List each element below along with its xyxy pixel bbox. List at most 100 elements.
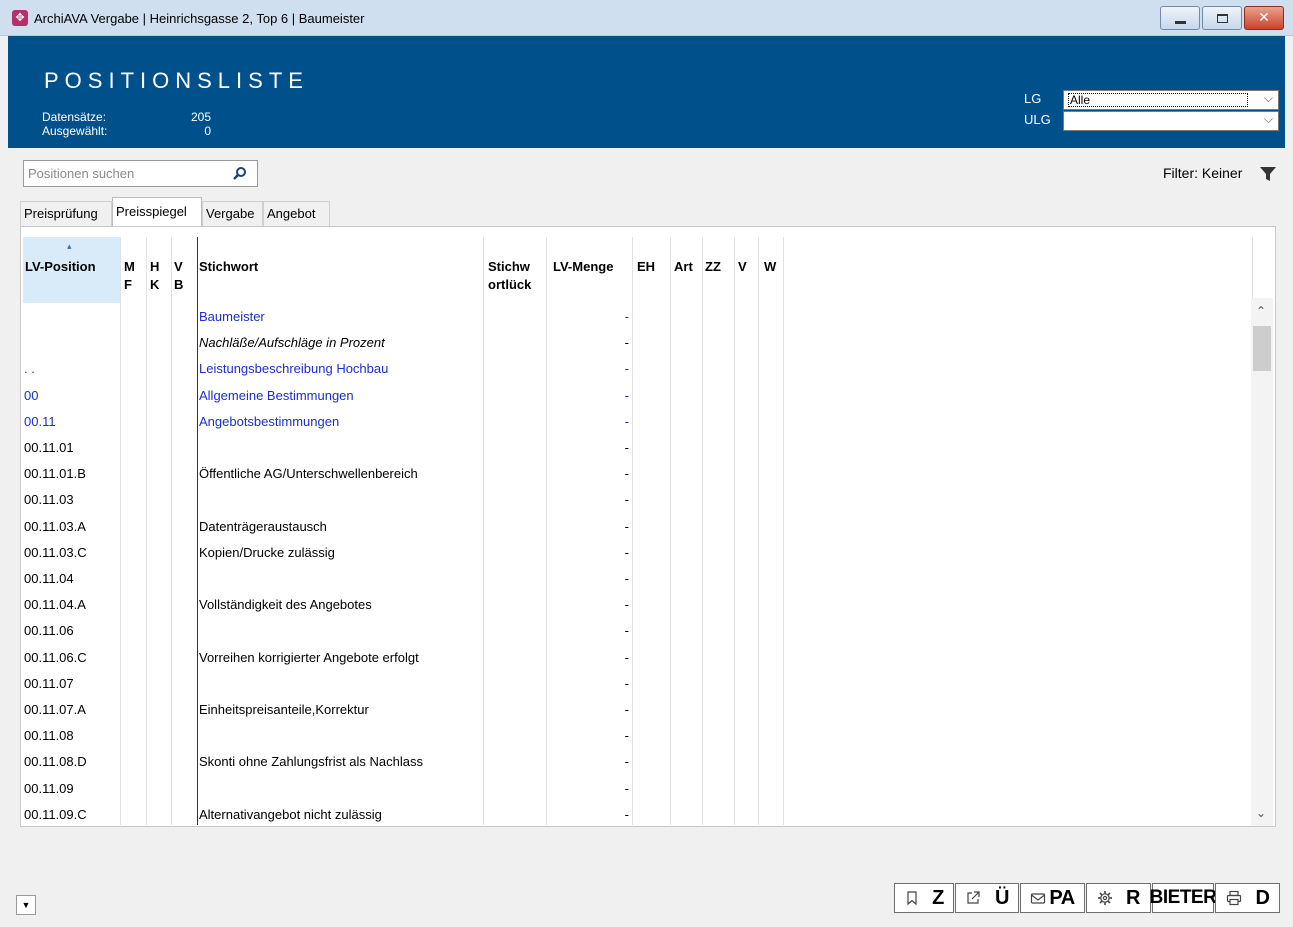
scroll-down-icon[interactable]: ⌄ [1256, 806, 1266, 820]
table-row[interactable]: . . Leistungsbeschreibung Hochbau - [23, 355, 1253, 381]
table-row[interactable]: 00.11.01 - [23, 434, 1253, 460]
tab-preispruefung[interactable]: Preisprüfung [20, 201, 112, 226]
cell-stichwort: Datenträgeraustausch [199, 518, 327, 534]
cell-lv-menge: - [624, 466, 629, 482]
cell-lv-menge: - [624, 309, 629, 324]
toolbar-bieter-button[interactable]: BIETER [1150, 883, 1217, 913]
vertical-scrollbar[interactable]: ⌃ ⌄ [1251, 298, 1273, 826]
ulg-label: ULG [1024, 112, 1051, 127]
chevron-down-icon: ⌵ [1263, 112, 1273, 126]
col-stichwortlueck[interactable]: Stichw ortlück [488, 237, 548, 303]
table-row[interactable]: 00.11.09 - [23, 775, 1253, 801]
col-mf[interactable]: MF [124, 237, 148, 303]
col-lv-menge[interactable]: LV-Menge [553, 237, 629, 303]
search-input[interactable]: Positionen suchen [23, 160, 258, 187]
window-title: ArchiAVA Vergabe | Heinrichsgasse 2, Top… [34, 11, 365, 26]
table-row[interactable]: 00.11.04.A Vollständigkeit des Angebotes - [23, 591, 1253, 617]
table-row[interactable]: 00.11.03.C Kopien/Drucke zulässig - [23, 539, 1253, 565]
cell-lv-menge: - [624, 492, 629, 508]
table-row[interactable]: 00.11.08 - [23, 722, 1253, 748]
records-label: Datensätze: [42, 110, 107, 124]
cell-lv-position: 00 [24, 387, 39, 403]
cell-lv-position: 00.11 [24, 413, 56, 429]
col-vb-line2: B [174, 277, 184, 292]
toolbar-pa-button[interactable]: PA [1020, 883, 1085, 913]
cell-lv-position: 00.11.09.C [24, 806, 87, 822]
cell-lv-position: 00.11.04 [24, 571, 74, 586]
table-row[interactable]: 00.11.08.D Skonti ohne Zahlungsfrist als … [23, 748, 1253, 774]
toolbar-d-label: D [1255, 886, 1270, 909]
cell-lv-menge: - [624, 806, 629, 822]
cell-lv-position: 00.11.03.C [24, 544, 87, 560]
filter-status: Filter: Keiner [1163, 165, 1243, 181]
col-zz[interactable]: ZZ [705, 237, 735, 303]
table-row[interactable]: 00.11.07.A Einheitspreisanteile,Korrektur… [23, 696, 1253, 722]
cell-lv-menge: - [624, 649, 629, 665]
col-art[interactable]: Art [674, 237, 704, 303]
lg-select[interactable]: Alle ⌵ [1063, 90, 1279, 110]
filter-icon[interactable] [1260, 166, 1276, 182]
cell-stichwort: Alternativangebot nicht zulässig [199, 806, 382, 822]
cell-stichwort: Angebotsbestimmungen [199, 413, 340, 429]
tab-angebot[interactable]: Angebot [263, 201, 330, 226]
toolbar-r-button[interactable]: R [1086, 883, 1151, 913]
cell-lv-menge: - [624, 754, 629, 770]
table-row[interactable]: 00.11 Angebotsbestimmungen - [23, 408, 1253, 434]
table-row[interactable]: 00.11.06 - [23, 617, 1253, 643]
positions-grid: ▴ LV-Position MF HK VB Stichwort Stichw o… [20, 226, 1276, 827]
col-eh[interactable]: EH [637, 237, 667, 303]
ulg-select[interactable]: ⌵ [1063, 111, 1279, 131]
close-button[interactable]: ✕ [1244, 6, 1284, 30]
table-row[interactable]: 00.11.03 - [23, 486, 1253, 512]
grid-header: ▴ LV-Position MF HK VB Stichwort Stichw o… [23, 237, 1253, 303]
cell-lv-menge: - [624, 702, 629, 717]
table-row[interactable]: 00.11.06.C Vorreihen korrigierter Angebot… [23, 644, 1253, 670]
cell-stichwort: Leistungsbeschreibung Hochbau [199, 361, 389, 377]
col-w[interactable]: W [764, 237, 784, 303]
cell-lv-position: 00.11.03 [24, 492, 74, 508]
minimize-button[interactable] [1160, 6, 1200, 30]
toolbar-ue-label: Ü [995, 886, 1009, 909]
toolbar-z-button[interactable]: Z [894, 883, 954, 913]
search-placeholder: Positionen suchen [28, 166, 135, 181]
col-v[interactable]: V [738, 237, 758, 303]
table-row[interactable]: 00.11.04 - [23, 565, 1253, 591]
col-stichwortlueck-line1: Stichw [488, 259, 530, 274]
cell-lv-menge: - [624, 780, 629, 796]
col-hk-line1: H [150, 259, 160, 274]
external-link-icon [967, 891, 980, 904]
tab-preisspiegel[interactable]: Preisspiegel [112, 197, 202, 227]
cell-lv-position: 00.11.04.A [24, 597, 86, 613]
scroll-up-icon[interactable]: ⌃ [1256, 304, 1266, 318]
search-icon[interactable] [233, 166, 247, 180]
maximize-button[interactable] [1202, 6, 1242, 30]
table-row[interactable]: Nachläße/Aufschläge in Prozent - [23, 329, 1253, 355]
col-vb[interactable]: VB [174, 237, 198, 303]
cell-lv-menge: - [624, 335, 629, 351]
lg-select-value: Alle [1068, 93, 1248, 107]
table-row[interactable]: 00 Allgemeine Bestimmungen - [23, 382, 1253, 408]
cell-lv-menge: - [624, 675, 629, 691]
col-mf-line2: F [124, 277, 132, 292]
cell-lv-position: 00.11.09 [24, 780, 74, 796]
toolbar-ue-button[interactable]: Ü [955, 883, 1019, 913]
tab-vergabe[interactable]: Vergabe [202, 201, 263, 226]
table-row[interactable]: 00.11.07 - [23, 670, 1253, 696]
cell-stichwort: Öffentliche AG/Unterschwellenbereich [199, 466, 418, 482]
expand-panel-button[interactable]: ▼ [16, 895, 36, 915]
chevron-down-icon: ⌵ [1263, 91, 1273, 105]
col-lv-position-label: LV-Position [25, 259, 96, 274]
selected-label: Ausgewählt: [42, 124, 108, 138]
table-row[interactable]: 00.11.03.A Datenträgeraustausch - [23, 513, 1253, 539]
cell-lv-position: 00.11.01.B [24, 466, 86, 482]
table-row[interactable]: 00.11.01.B Öffentliche AG/Unterschwellenb… [23, 460, 1253, 486]
toolbar-d-button[interactable]: D [1215, 883, 1280, 913]
scroll-thumb[interactable] [1253, 326, 1271, 371]
col-lv-position[interactable]: ▴ LV-Position [23, 237, 121, 303]
table-row[interactable]: Baumeister - [23, 303, 1253, 329]
cell-lv-menge: - [624, 440, 629, 455]
selected-count: 0 [204, 124, 211, 138]
table-row[interactable]: 00.11.09.C Alternativangebot nicht zuläss… [23, 801, 1253, 825]
col-stichwort[interactable]: Stichwort [199, 237, 479, 303]
col-vb-line1: V [174, 259, 183, 274]
